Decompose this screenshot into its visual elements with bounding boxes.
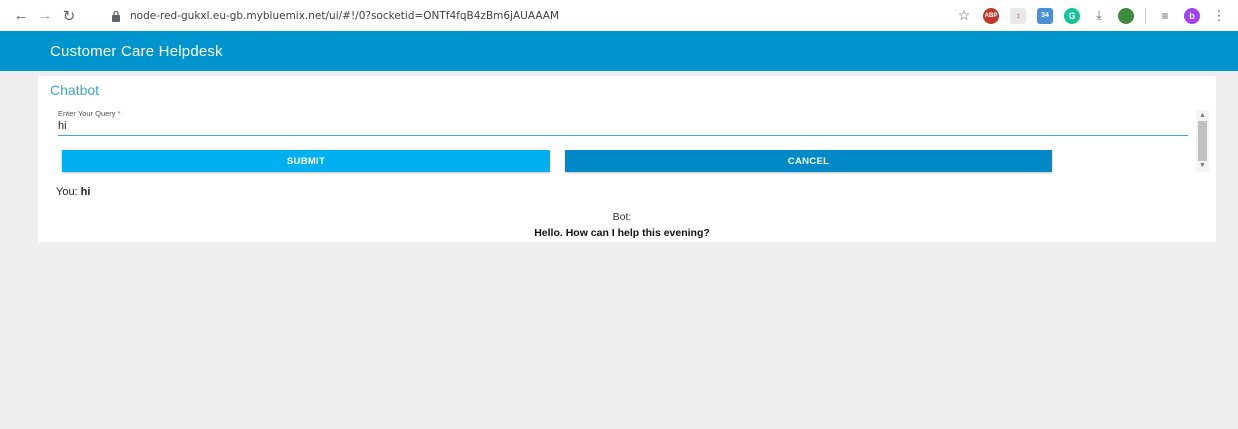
- cancel-button[interactable]: CANCEL: [565, 150, 1052, 172]
- header-gutter: [0, 31, 38, 71]
- profile-avatar[interactable]: b: [1184, 7, 1200, 24]
- back-arrow-icon[interactable]: ←: [10, 5, 32, 27]
- star-icon[interactable]: ☆: [956, 7, 972, 24]
- calendar-icon[interactable]: 34: [1037, 7, 1053, 24]
- pdf-icon[interactable]: ↕: [1010, 7, 1026, 24]
- required-mark: *: [117, 109, 121, 118]
- browser-toolbar: ← → ↻ node-red-gukxl.eu-gb.mybluemix.net…: [0, 0, 1238, 31]
- page-title: Customer Care Helpdesk: [50, 42, 223, 60]
- scroll-up-icon[interactable]: ▲: [1199, 112, 1206, 119]
- extensions-bar: ☆ ABP ↕ 34 G ⤓ ≡ b ⋮: [956, 0, 1238, 31]
- url-text[interactable]: node-red-gukxl.eu-gb.mybluemix.net/ui/#!…: [130, 10, 559, 22]
- abp-icon[interactable]: ABP: [983, 7, 999, 24]
- scrollbar-thumb[interactable]: [1198, 121, 1207, 161]
- reload-icon[interactable]: ↻: [58, 5, 80, 27]
- query-input-underline: [58, 135, 1188, 136]
- toolbar-divider: [1145, 7, 1146, 24]
- forward-arrow-icon[interactable]: →: [34, 5, 56, 27]
- playlist-icon[interactable]: ≡: [1157, 8, 1173, 24]
- download-icon[interactable]: ⤓: [1091, 8, 1107, 24]
- query-input[interactable]: hi: [58, 120, 67, 132]
- user-message-text: hi: [80, 186, 91, 198]
- user-message: You: hi: [56, 186, 90, 198]
- grammarly-icon[interactable]: G: [1064, 7, 1080, 24]
- scroll-down-icon[interactable]: ▼: [1199, 162, 1206, 169]
- bot-label: Bot:: [612, 211, 632, 223]
- scrollbar[interactable]: ▲ ▼: [1196, 110, 1209, 172]
- card-title: Chatbot: [50, 82, 100, 98]
- bot-reply: Hello. How can I help this evening?: [534, 227, 710, 239]
- globe-icon[interactable]: [1118, 7, 1134, 24]
- query-label: Enter Your Query *: [58, 109, 120, 118]
- submit-button[interactable]: SUBMIT: [62, 150, 550, 172]
- chatbot-card: Chatbot Enter Your Query * hi ▲ ▼ SUBMIT …: [38, 76, 1216, 242]
- lock-icon: [108, 8, 124, 24]
- query-label-text: Enter Your Query: [58, 109, 116, 118]
- menu-icon[interactable]: ⋮: [1211, 8, 1227, 24]
- user-prefix: You:: [56, 186, 78, 198]
- app-header: Customer Care Helpdesk: [38, 31, 1238, 71]
